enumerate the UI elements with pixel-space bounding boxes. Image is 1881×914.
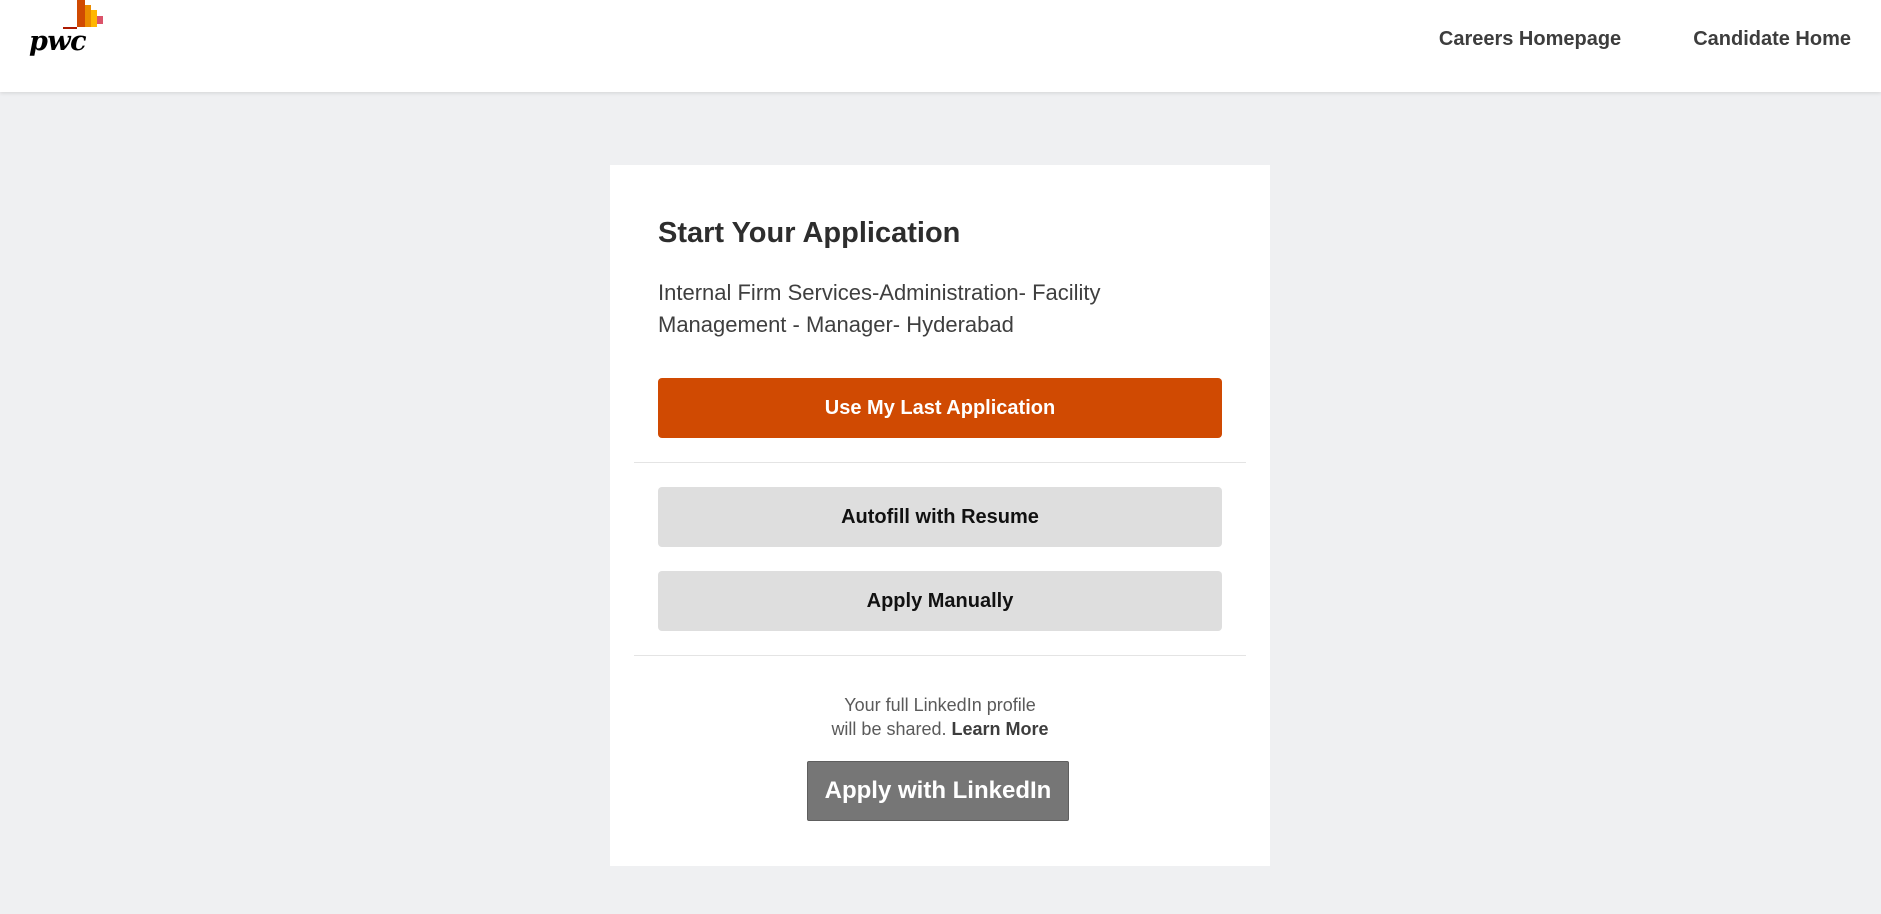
nav-careers-homepage[interactable]: Careers Homepage [1439,28,1621,51]
logo-wordmark: pwc [29,26,87,57]
linkedin-note-line1: Your full LinkedIn profile [844,695,1036,715]
apply-manually-button[interactable]: Apply Manually [658,571,1222,631]
autofill-with-resume-button[interactable]: Autofill with Resume [658,487,1222,547]
nav-candidate-home[interactable]: Candidate Home [1693,28,1851,51]
top-header: pwc Careers Homepage Candidate Home [0,0,1881,92]
use-last-application-button[interactable]: Use My Last Application [658,378,1222,438]
page-title: Start Your Application [658,217,961,249]
pwc-logo[interactable]: pwc [29,0,109,60]
apply-with-linkedin-button[interactable]: Apply with LinkedIn [807,761,1069,821]
divider [634,655,1246,656]
learn-more-link[interactable]: Learn More [952,719,1049,739]
linkedin-note-line2: will be shared. [831,719,947,739]
application-card: Start Your Application Internal Firm Ser… [610,165,1270,866]
job-title: Internal Firm Services-Administration- F… [658,280,1101,337]
top-nav: Careers Homepage Candidate Home [1439,0,1851,78]
divider [634,462,1246,463]
linkedin-note: Your full LinkedIn profile will be share… [610,693,1270,741]
